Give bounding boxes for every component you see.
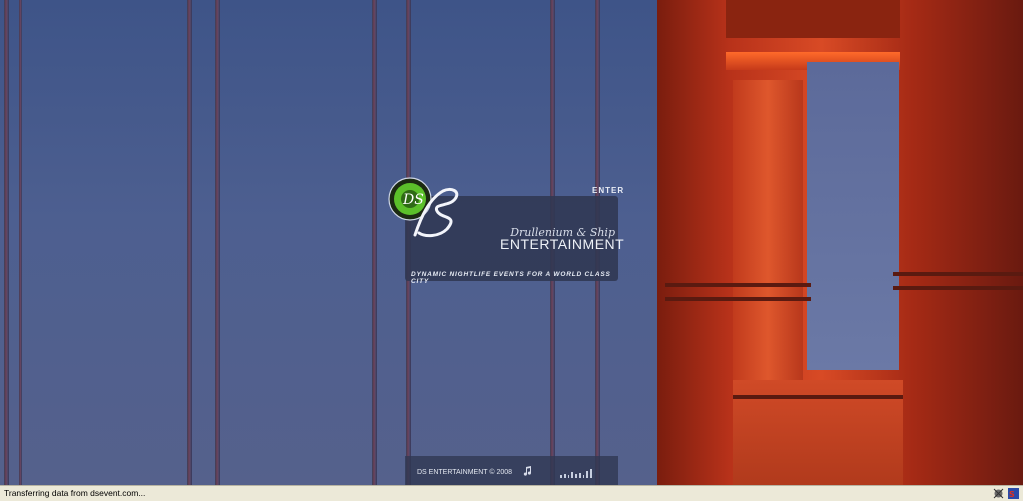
status-bar: Transferring data from dsevent.com... S xyxy=(0,485,1023,501)
popup-blocker-icon[interactable] xyxy=(993,488,1004,499)
bridge-cable xyxy=(4,0,9,485)
tower-rail xyxy=(665,297,811,301)
spyware-icon[interactable]: S xyxy=(1008,488,1019,499)
bridge-cable xyxy=(215,0,220,485)
tower-rail xyxy=(733,395,903,399)
tagline: DYNAMIC NIGHTLIFE EVENTS FOR A WORLD CLA… xyxy=(411,271,611,285)
svg-text:S: S xyxy=(1009,490,1015,499)
brand-name: ENTERTAINMENT xyxy=(500,236,625,252)
tower-opening xyxy=(807,62,899,370)
logo-icon[interactable]: DS xyxy=(385,177,470,247)
bridge-cable xyxy=(187,0,192,485)
tower-beam xyxy=(726,0,900,38)
equalizer-icon[interactable] xyxy=(560,468,593,478)
logo-text: DS xyxy=(402,192,424,208)
status-text: Transferring data from dsevent.com... xyxy=(4,488,146,498)
music-note-icon[interactable] xyxy=(523,466,533,476)
copyright-text: DS ENTERTAINMENT © 2008 xyxy=(417,469,513,476)
enter-link[interactable]: ENTER xyxy=(592,186,624,195)
bridge-cable xyxy=(19,0,22,485)
tower-rail xyxy=(893,272,1023,276)
tower-rail xyxy=(665,283,811,287)
tower-rail xyxy=(893,286,1023,290)
bridge-cable xyxy=(372,0,377,485)
